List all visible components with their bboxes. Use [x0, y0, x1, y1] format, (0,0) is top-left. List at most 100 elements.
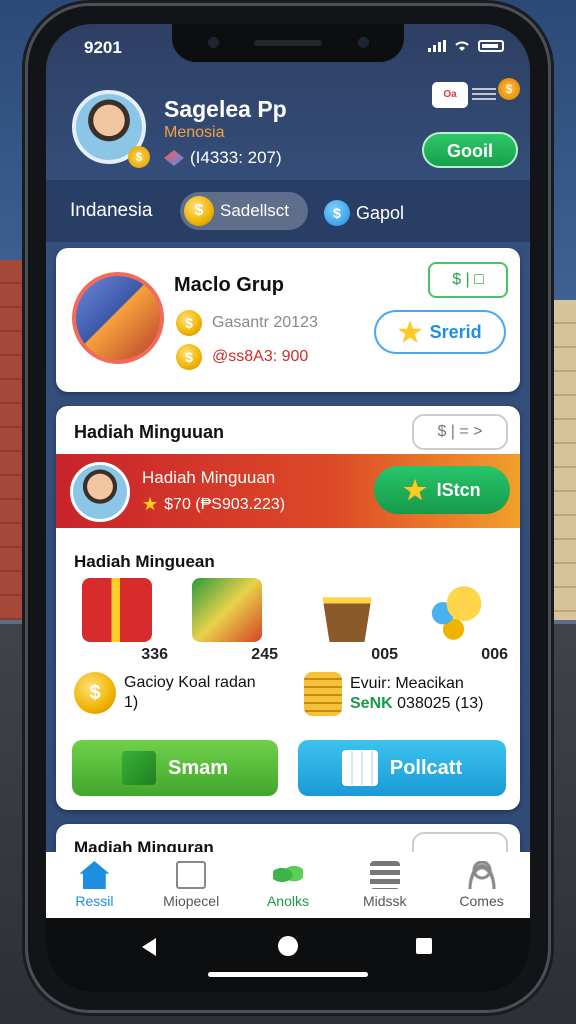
- star-icon: ★: [398, 316, 422, 347]
- group-card-line-2-text: @ss8A3: 900: [212, 348, 309, 365]
- group-card: Maclo Grup $ Gasantr 20123 $ @ss8A3: 900…: [56, 248, 520, 392]
- reward-item-value: 336: [141, 646, 168, 663]
- info-left: $ Gacioy Koal radan 1): [74, 672, 256, 714]
- home-indicator[interactable]: [208, 972, 368, 977]
- game-thumbnail[interactable]: [72, 272, 164, 364]
- crate-icon: [192, 578, 262, 642]
- info-right: Evuir: Meacikan SeNK 038025 (13): [304, 672, 483, 716]
- nav-label: Ressil: [75, 893, 114, 909]
- group-card-line-1-text: Gasantr 20123: [212, 314, 318, 331]
- green-box-icon: [121, 751, 156, 785]
- reward-item-mine-cart[interactable]: 005: [300, 578, 400, 668]
- banner-line: ★ $70 (₱S903.223): [142, 494, 285, 515]
- coin-icon: $: [74, 672, 116, 714]
- wifi-icon: [455, 41, 469, 51]
- coin-badge-icon: $: [498, 78, 520, 100]
- pollcatt-button-label: Pollcatt: [389, 756, 463, 779]
- reward-item-value: 245: [251, 646, 278, 663]
- user-icon: [466, 861, 497, 889]
- phone-frame: 9201 $ Sagelea Pp Menosia (I4333: 207) O…: [28, 6, 548, 1010]
- camera-icon: [208, 37, 219, 48]
- nav-item-ressil[interactable]: Ressil: [46, 852, 143, 918]
- shop-cart-icon[interactable]: Oa: [432, 82, 468, 108]
- banner-line-text: $70 (₱S903.223): [164, 495, 286, 513]
- info-right-green: SeNK: [350, 695, 393, 712]
- reward-item-value: 006: [481, 646, 508, 663]
- blue-coin-icon: $: [324, 200, 350, 226]
- info-right-line-1: Evuir: Meacikan: [350, 675, 464, 692]
- nav-item-midssk[interactable]: Midssk: [336, 852, 433, 918]
- reward-banner: Hadiah Minguuan ★ $70 (₱S903.223) ★ IStc…: [56, 454, 520, 528]
- speed-lines: [472, 88, 496, 102]
- info-right-rest: 038025 (13): [397, 695, 484, 712]
- nav-item-comes[interactable]: Comes: [433, 852, 530, 918]
- claim-button-label: IStcn: [436, 479, 481, 500]
- region-select-pill[interactable]: $ Sadellsct: [180, 192, 308, 230]
- app-screen: 9201 $ Sagelea Pp Menosia (I4333: 207) O…: [46, 24, 530, 992]
- region-pill-label: Sadellsct: [220, 201, 289, 220]
- reward-item-value: 005: [371, 646, 398, 663]
- recents-icon[interactable]: [416, 938, 432, 954]
- info-left-line-1: Gacioy Koal radan: [124, 674, 256, 691]
- notch: [172, 24, 404, 62]
- coin-icon: $: [176, 310, 202, 336]
- sensor-icon: [358, 37, 369, 48]
- coin-stack-icon: [304, 672, 342, 716]
- banner-avatar: [70, 462, 130, 522]
- reward-item-gift[interactable]: 336: [70, 578, 170, 668]
- spend-button-label: Srerid: [429, 321, 482, 342]
- nav-label: Miopecel: [163, 893, 220, 909]
- mine-cart-icon: [322, 597, 372, 642]
- nav-label: Midssk: [363, 893, 407, 909]
- banner-title: Hadiah Minguuan: [142, 468, 276, 487]
- player-id-text: (I4333: 207): [190, 148, 282, 167]
- coin-icon: $: [176, 344, 202, 370]
- smam-button[interactable]: Smam: [72, 740, 278, 796]
- spend-button[interactable]: ★ Srerid: [374, 310, 506, 354]
- player-name: Sagelea Pp: [164, 96, 287, 122]
- region-label: Indanesia: [70, 200, 153, 221]
- reward-item-crate[interactable]: 245: [180, 578, 280, 668]
- nav-label: Comes: [459, 893, 504, 909]
- cube-icon: [341, 750, 378, 786]
- wallet-toggle-button[interactable]: $ | □: [428, 262, 508, 298]
- status-icons: [428, 40, 504, 52]
- region-alt-label: Gapol: [356, 202, 405, 223]
- stack-icon: [369, 861, 400, 889]
- coins-icon: [422, 578, 492, 642]
- reward-item-coins[interactable]: 006: [410, 578, 510, 668]
- claim-button[interactable]: ★ IStcn: [374, 466, 510, 514]
- group-card-line-2: $ @ss8A3: 900: [176, 344, 308, 370]
- star-icon: ★: [142, 494, 159, 514]
- system-nav-bar: [46, 918, 530, 992]
- avatar-coin-icon: $: [128, 146, 150, 168]
- nav-item-anolks[interactable]: Anolks: [240, 852, 337, 918]
- gem-icon: [164, 150, 184, 166]
- coin-icon: $: [184, 196, 214, 226]
- home-icon: [79, 861, 110, 889]
- group-card-line-1: $ Gasantr 20123: [176, 310, 318, 336]
- leaf-icon: [272, 861, 303, 889]
- goal-button[interactable]: Gooil: [422, 132, 518, 168]
- pollcatt-button[interactable]: Pollcatt: [298, 740, 506, 796]
- nav-item-miopecel[interactable]: Miopecel: [143, 852, 240, 918]
- smam-button-label: Smam: [167, 756, 229, 779]
- weekly-reward-title: Hadiah Minguuan: [74, 422, 224, 442]
- player-id: (I4333: 207): [164, 148, 282, 168]
- group-card-title: Maclo Grup: [174, 274, 285, 296]
- battery-icon: [478, 40, 504, 52]
- bottom-nav: Ressil Miopecel Anolks Midssk Comes: [46, 852, 530, 918]
- filter-button[interactable]: $ | = >: [412, 414, 508, 450]
- signal-icon: [428, 40, 446, 52]
- back-icon[interactable]: [142, 938, 156, 956]
- weekly-reward-card: Hadiah Minguuan $ | = > Hadiah Minguuan …: [56, 406, 520, 810]
- nav-label: Anolks: [266, 893, 309, 909]
- speaker: [254, 40, 322, 46]
- status-time: 9201: [84, 38, 122, 57]
- rewards-title: Hadiah Minguean: [74, 552, 215, 571]
- box-icon: [176, 861, 207, 889]
- gift-box-icon: [82, 578, 152, 642]
- region-alt-option[interactable]: $ Gapol: [324, 200, 404, 226]
- info-left-line-2: 1): [124, 694, 139, 711]
- home-circle-icon[interactable]: [278, 936, 298, 956]
